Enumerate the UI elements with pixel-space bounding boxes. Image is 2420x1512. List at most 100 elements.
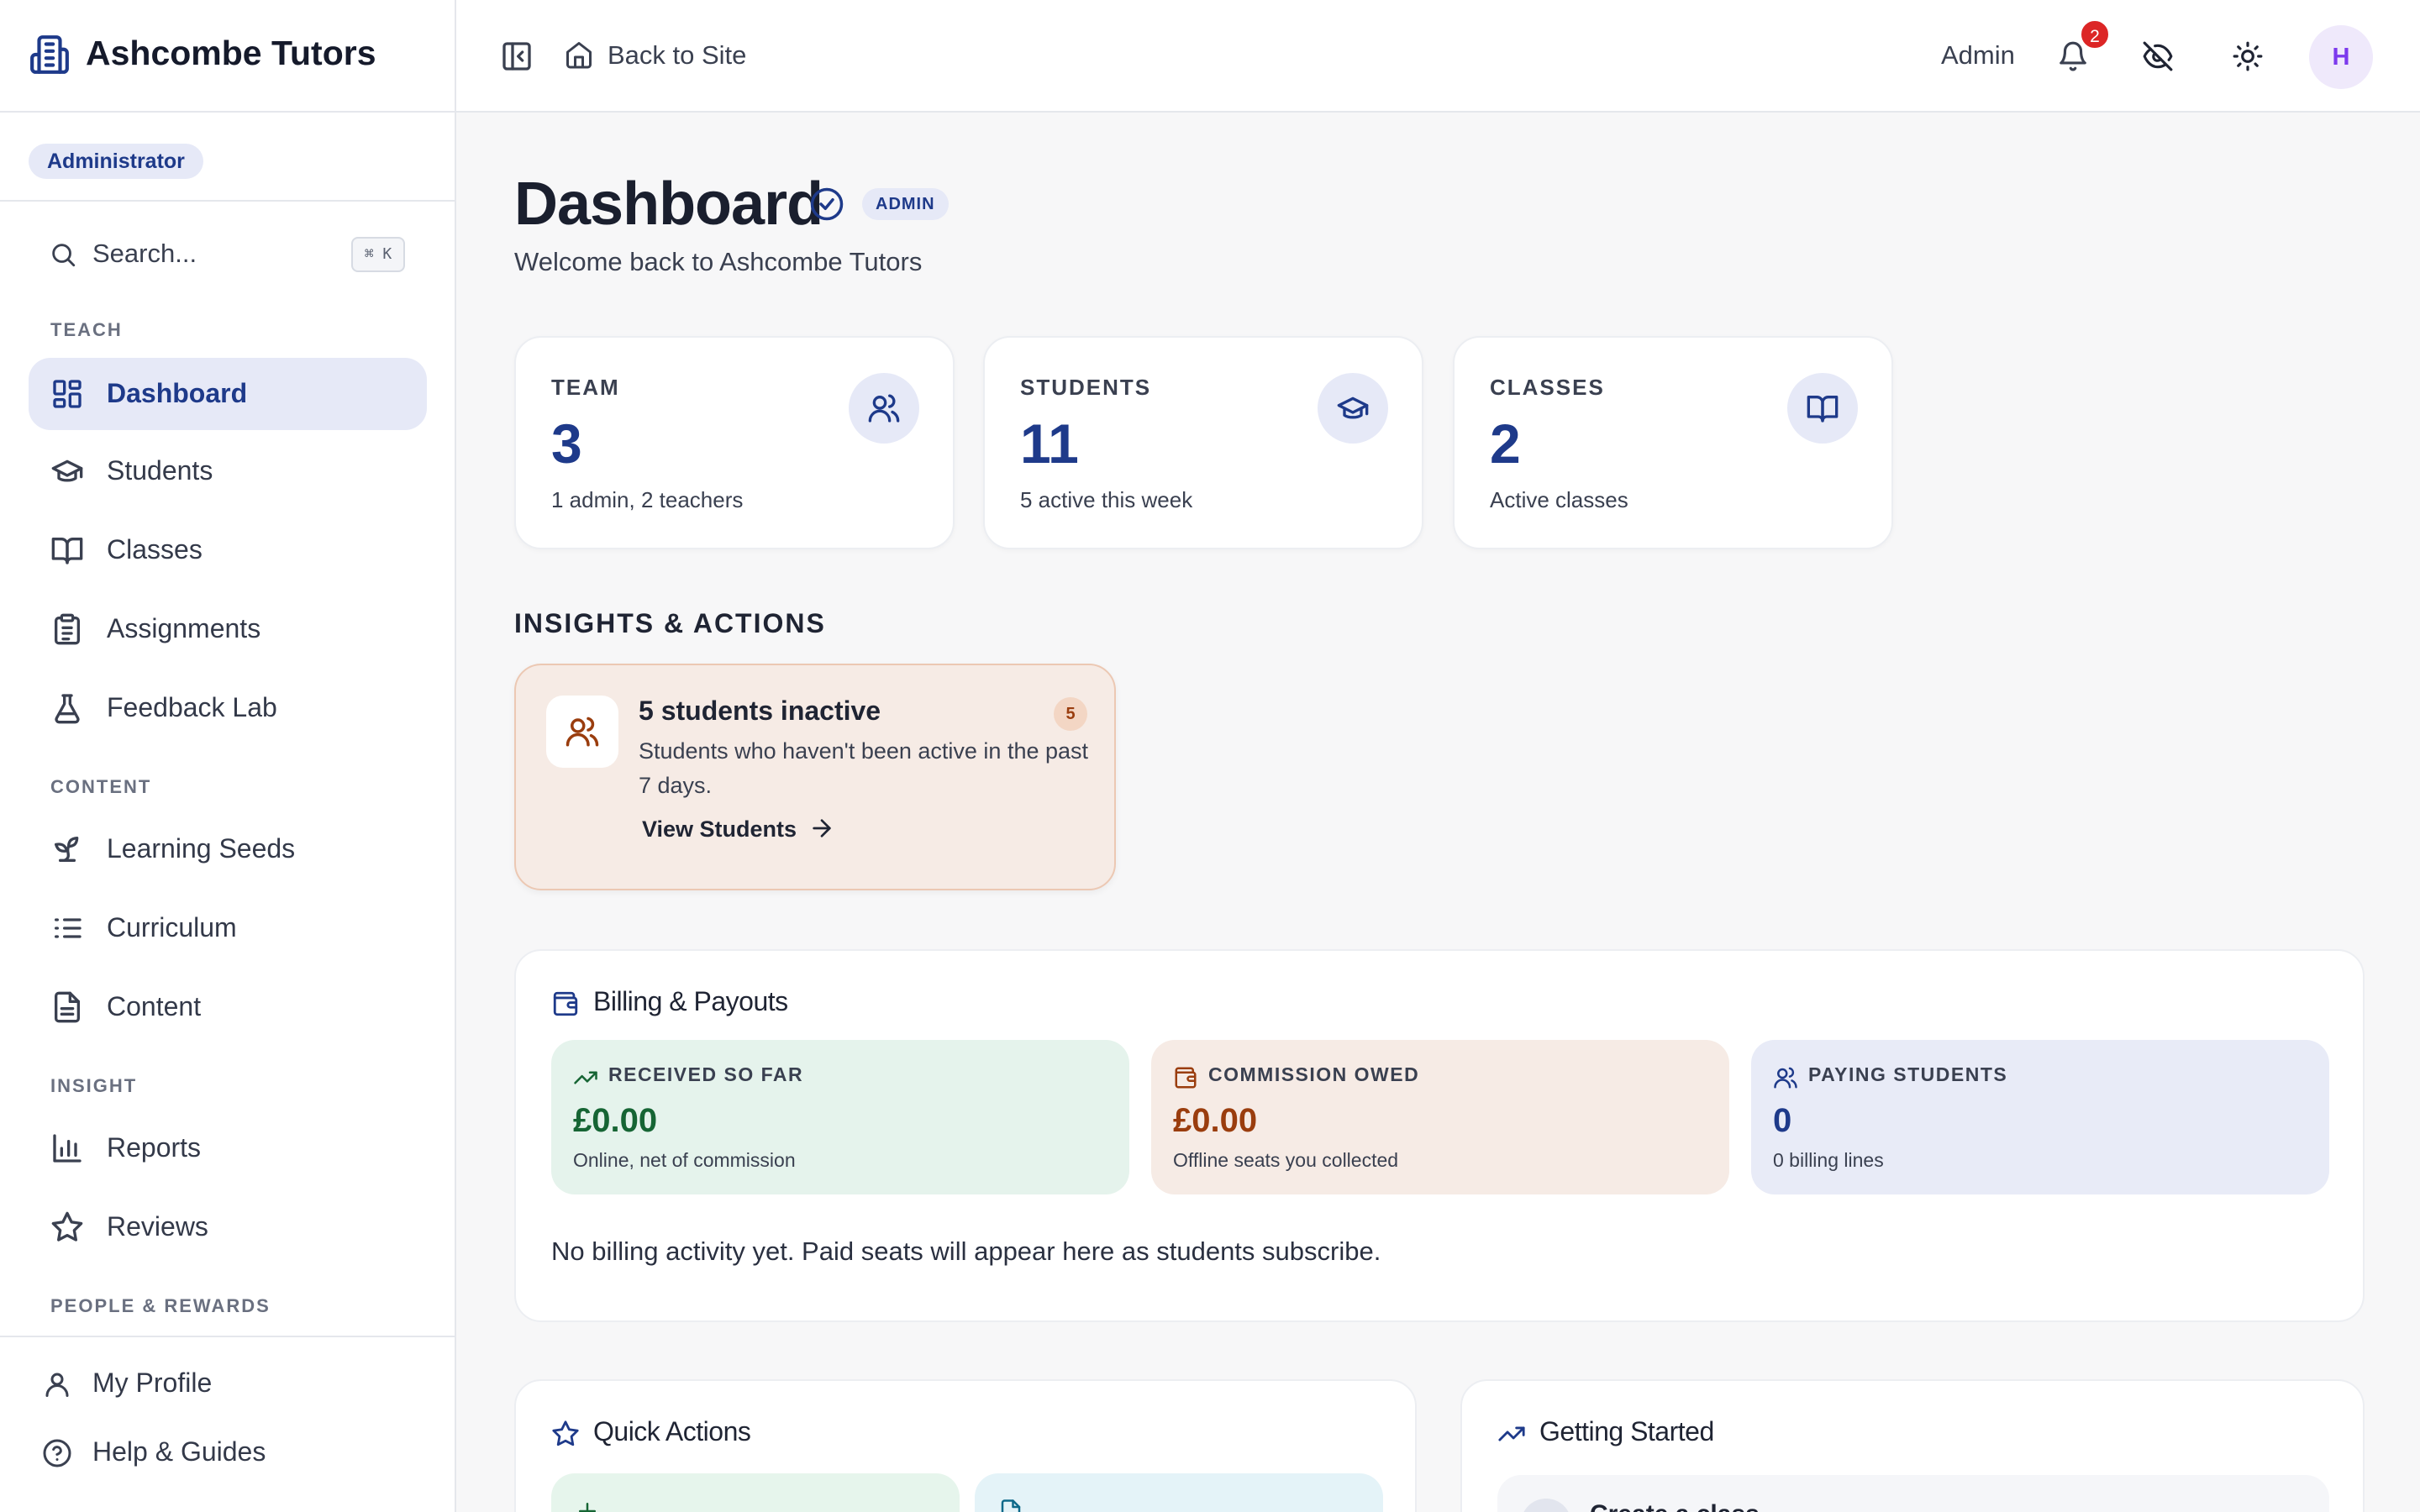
notification-count-badge: 2	[2079, 18, 2111, 50]
billing-tile-value: 0	[1773, 1102, 1792, 1139]
billing-empty-note: No billing activity yet. Paid seats will…	[551, 1236, 1381, 1266]
clipboard-icon	[50, 612, 84, 646]
admin-badge: ADMIN	[862, 188, 949, 220]
sidebar-item-help[interactable]: Help & Guides	[29, 1423, 427, 1482]
brand-name: Ashcombe Tutors	[86, 34, 376, 72]
sidebar-item-curriculum[interactable]: Curriculum	[29, 892, 427, 964]
stat-label: CLASSES	[1490, 375, 1605, 400]
search-icon	[49, 240, 77, 269]
star-icon	[551, 1420, 580, 1448]
billing-tile-value: £0.00	[1173, 1102, 1258, 1139]
stat-subtext: 1 admin, 2 teachers	[551, 487, 744, 512]
back-to-site-link[interactable]: Back to Site	[608, 40, 746, 71]
sun-icon[interactable]	[2232, 40, 2264, 72]
insight-title: 5 students inactive	[639, 696, 881, 726]
page-title: Dashboard	[514, 171, 823, 238]
role-row: Administrator	[0, 113, 455, 202]
stat-card-students[interactable]: STUDENTS 11 5 active this week	[983, 336, 1423, 549]
file-icon	[50, 990, 84, 1024]
users-icon	[546, 696, 618, 768]
trending-up-icon	[1497, 1420, 1526, 1448]
list-icon	[50, 911, 84, 945]
help-icon	[42, 1438, 72, 1468]
sidebar-item-reports[interactable]: Reports	[29, 1112, 427, 1184]
section-label-people: PEOPLE & REWARDS	[50, 1295, 271, 1316]
getting-started-panel: Getting Started Create a class	[1460, 1379, 2365, 1512]
stat-value: 2	[1490, 412, 1521, 475]
building-icon	[29, 34, 71, 76]
sidebar-footer: My Profile Help & Guides	[0, 1336, 455, 1512]
dashboard-icon	[50, 377, 84, 411]
getting-started-item[interactable]: Create a class	[1497, 1475, 2329, 1512]
sidebar-item-label: Curriculum	[107, 912, 237, 942]
sidebar-item-label: Feedback Lab	[107, 692, 277, 722]
plus-icon	[575, 1499, 600, 1512]
sidebar: Ashcombe Tutors Administrator Search... …	[0, 0, 456, 1512]
section-label-content: CONTENT	[50, 776, 152, 797]
eye-off-icon[interactable]	[2142, 40, 2174, 72]
getting-started-title: Getting Started	[1539, 1416, 1714, 1446]
stat-value: 11	[1020, 412, 1079, 475]
billing-tile-subtext: 0 billing lines	[1773, 1149, 1884, 1171]
section-label-teach: TEACH	[50, 319, 123, 340]
stat-card-team[interactable]: TEAM 3 1 admin, 2 teachers	[514, 336, 955, 549]
avatar[interactable]: H	[2309, 25, 2373, 89]
insight-count-badge: 5	[1054, 697, 1087, 731]
star-icon	[50, 1210, 84, 1244]
billing-tile-value: £0.00	[573, 1102, 658, 1139]
stat-label: STUDENTS	[1020, 375, 1152, 400]
billing-panel: Billing & Payouts RECEIVED SO FAR £0.00 …	[514, 949, 2365, 1322]
arrow-right-icon[interactable]	[808, 815, 835, 842]
quick-actions-title: Quick Actions	[593, 1416, 751, 1446]
sidebar-item-content[interactable]: Content	[29, 971, 427, 1043]
billing-tile-received: RECEIVED SO FAR £0.00 Online, net of com…	[551, 1040, 1129, 1194]
topbar: Back to Site Admin 2 H	[456, 0, 2420, 113]
sidebar-item-label: Assignments	[107, 613, 261, 643]
sidebar-search[interactable]: Search... ⌘ K	[29, 220, 412, 289]
wallet-icon	[551, 990, 580, 1018]
billing-tile-label: RECEIVED SO FAR	[608, 1063, 804, 1085]
quick-action-tile[interactable]	[551, 1473, 960, 1512]
sidebar-item-label: Learning Seeds	[107, 833, 296, 864]
sidebar-item-feedback-lab[interactable]: Feedback Lab	[29, 672, 427, 744]
billing-tile-paying-students: PAYING STUDENTS 0 0 billing lines	[1751, 1040, 2329, 1194]
insight-description: Students who haven't been active in the …	[639, 738, 1089, 798]
sidebar-toggle-icon[interactable]	[500, 39, 534, 73]
sidebar-item-label: Reports	[107, 1132, 202, 1163]
home-icon[interactable]	[564, 39, 594, 70]
sidebar-item-classes[interactable]: Classes	[29, 514, 427, 586]
view-students-link[interactable]: View Students	[642, 816, 797, 843]
getting-started-item-label: Create a class	[1590, 1500, 1760, 1512]
sidebar-item-reviews[interactable]: Reviews	[29, 1191, 427, 1263]
book-icon	[50, 533, 84, 567]
sidebar-item-assignments[interactable]: Assignments	[29, 593, 427, 665]
billing-tile-subtext: Online, net of commission	[573, 1149, 796, 1171]
sidebar-item-learning-seeds[interactable]: Learning Seeds	[29, 813, 427, 885]
sidebar-item-label: Help & Guides	[92, 1436, 266, 1467]
sidebar-item-my-profile[interactable]: My Profile	[29, 1354, 427, 1413]
sidebar-item-label: Reviews	[107, 1211, 208, 1242]
trending-up-icon	[573, 1065, 598, 1090]
users-icon	[1773, 1065, 1798, 1090]
brand[interactable]: Ashcombe Tutors	[0, 0, 455, 113]
check-circle-icon	[809, 186, 844, 222]
wallet-icon	[1173, 1065, 1198, 1090]
user-role-label[interactable]: Admin	[1941, 40, 2015, 71]
sprout-icon	[50, 832, 84, 866]
sidebar-item-students[interactable]: Students	[29, 435, 427, 507]
search-shortcut: ⌘ K	[351, 237, 405, 272]
sidebar-item-label: Content	[107, 991, 202, 1021]
role-badge: Administrator	[29, 144, 203, 179]
graduation-cap-icon	[50, 454, 84, 488]
insight-card-inactive-students[interactable]: 5 students inactive 5 Students who haven…	[514, 664, 1116, 890]
users-icon	[849, 373, 919, 444]
sidebar-item-label: Classes	[107, 534, 203, 564]
section-label-insight: INSIGHT	[50, 1075, 138, 1096]
bar-chart-icon	[50, 1131, 84, 1165]
sidebar-item-dashboard[interactable]: Dashboard	[29, 358, 427, 430]
billing-title: Billing & Payouts	[593, 986, 788, 1016]
step-circle-icon	[1521, 1499, 1571, 1512]
stat-card-classes[interactable]: CLASSES 2 Active classes	[1453, 336, 1893, 549]
quick-action-tile[interactable]	[975, 1473, 1383, 1512]
stat-subtext: 5 active this week	[1020, 487, 1193, 512]
